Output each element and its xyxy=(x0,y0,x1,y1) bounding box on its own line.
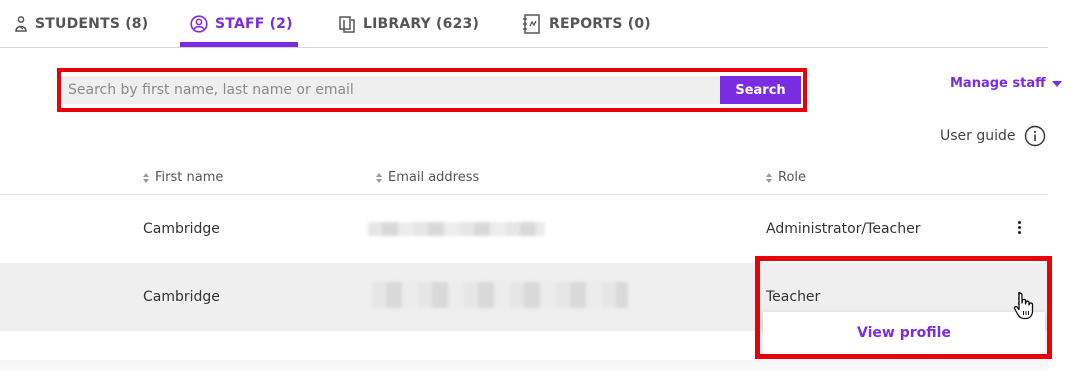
tab-staff[interactable]: STAFF (2) xyxy=(190,0,293,48)
manage-staff-dropdown[interactable]: Manage staff xyxy=(950,76,1062,91)
sort-icon xyxy=(143,172,149,183)
column-header-email[interactable]: Email address xyxy=(376,160,479,195)
tab-reports[interactable]: REPORTS (0) xyxy=(522,0,651,48)
user-guide-link[interactable]: User guide xyxy=(940,125,1046,147)
sort-icon xyxy=(376,172,382,183)
email-redacted xyxy=(368,222,545,236)
email-redacted xyxy=(372,282,628,308)
column-header-first-name[interactable]: First name xyxy=(143,160,223,195)
popup-highlight-frame xyxy=(755,256,1052,359)
role-cell: Administrator/Teacher xyxy=(766,221,921,237)
staff-icon xyxy=(190,15,208,33)
tab-students-label: STUDENTS (8) xyxy=(35,16,149,32)
tab-reports-label: REPORTS (0) xyxy=(549,16,651,32)
sort-icon xyxy=(766,172,772,183)
tab-staff-label: STAFF (2) xyxy=(215,16,293,32)
table-footer-shade xyxy=(0,360,1048,371)
reports-icon xyxy=(523,14,540,34)
first-name-cell: Cambridge xyxy=(143,221,220,237)
column-header-role[interactable]: Role xyxy=(766,160,806,195)
first-name-cell: Cambridge xyxy=(143,289,220,305)
column-label: Role xyxy=(778,170,807,185)
caret-down-icon xyxy=(1051,80,1062,87)
info-icon xyxy=(1024,125,1045,147)
manage-staff-label: Manage staff xyxy=(950,76,1046,91)
column-label: First name xyxy=(155,170,224,185)
search-button[interactable]: Search xyxy=(720,76,801,104)
tab-students[interactable]: STUDENTS (8) xyxy=(14,0,148,48)
row-menu-icon[interactable] xyxy=(1014,217,1024,237)
hand-cursor-icon xyxy=(1013,292,1034,320)
tab-bar: STUDENTS (8) STAFF (2) LIBRARY (623) REP… xyxy=(0,0,1048,48)
library-icon xyxy=(339,15,355,33)
active-tab-indicator xyxy=(180,42,298,47)
user-guide-label: User guide xyxy=(940,128,1016,144)
table-row: Cambridge Administrator/Teacher xyxy=(0,195,1048,263)
table-header: First name Email address Role xyxy=(0,160,1048,195)
tab-library-label: LIBRARY (623) xyxy=(363,16,480,32)
column-label: Email address xyxy=(388,170,480,185)
tab-library[interactable]: LIBRARY (623) xyxy=(339,0,479,48)
search-input[interactable] xyxy=(62,76,720,104)
student-icon xyxy=(15,16,27,32)
